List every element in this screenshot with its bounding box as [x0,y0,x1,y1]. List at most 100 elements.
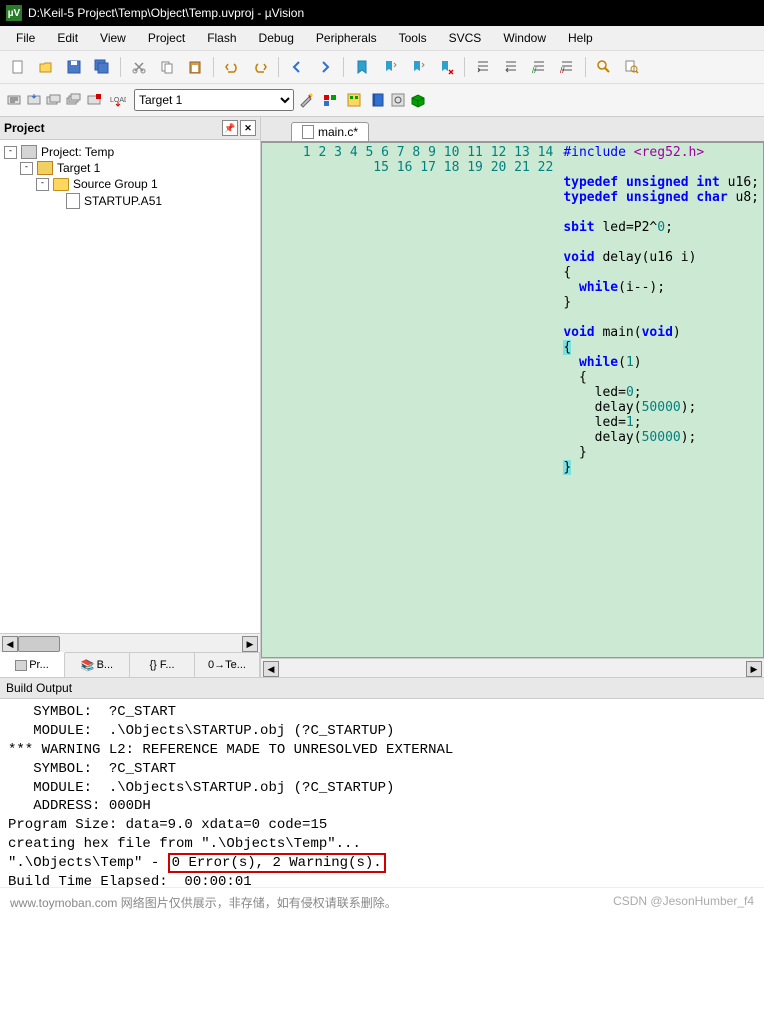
nav-forward-button[interactable] [313,55,337,79]
menu-edit[interactable]: Edit [47,29,88,47]
tree-target[interactable]: - Target 1 [4,160,256,176]
menu-file[interactable]: File [6,29,45,47]
footer-right: CSDN @JesonHumber_f4 [613,894,754,911]
menu-peripherals[interactable]: Peripherals [306,29,387,47]
config-wizard-button[interactable] [390,92,406,108]
project-icon [15,660,27,671]
find-in-files-button[interactable] [620,55,644,79]
build-output[interactable]: SYMBOL: ?C_START MODULE: .\Objects\START… [0,699,764,887]
tab-books[interactable]: 📚B... [65,653,130,677]
build-output-title: Build Output [6,681,72,695]
build-time: Build Time Elapsed: 00:00:01 [8,874,252,887]
line-gutter: 1 2 3 4 5 6 7 8 9 10 11 12 13 14 15 16 1… [262,143,559,657]
build-button[interactable] [26,92,42,108]
scroll-right-icon[interactable]: ▶ [242,636,258,652]
books-icon: 📚 [81,659,95,672]
pack-installer-button[interactable] [410,92,426,108]
project-icon [21,145,37,159]
scroll-thumb[interactable] [18,636,60,652]
app-logo-icon: µV [6,5,22,21]
build-toolbar: LOAD Target 1 [0,84,764,117]
folder-icon [53,178,69,191]
paste-button[interactable] [183,55,207,79]
cut-button[interactable] [127,55,151,79]
menu-window[interactable]: Window [493,29,556,47]
tab-templates[interactable]: 0→Te... [195,653,260,677]
project-panel-title: Project [4,121,45,135]
panel-close-button[interactable]: ✕ [240,120,256,136]
menu-view[interactable]: View [90,29,136,47]
tree-source-group[interactable]: - Source Group 1 [4,176,256,192]
expand-icon[interactable]: - [4,146,17,159]
scroll-left-icon[interactable]: ◀ [263,661,279,677]
save-button[interactable] [62,55,86,79]
bookmark-toggle-button[interactable] [350,55,374,79]
panel-pin-button[interactable]: 📌 [222,120,238,136]
stop-build-button[interactable] [86,92,102,108]
redo-button[interactable] [248,55,272,79]
footer-left: www.toymoban.com 网络图片仅供展示，非存储，如有侵权请联系删除。 [10,894,397,911]
bookmark-next-button[interactable] [406,55,430,79]
tree-label: STARTUP.A51 [84,194,162,208]
tree-label: Project: Temp [41,145,114,159]
new-file-button[interactable] [6,55,30,79]
expand-icon[interactable]: - [20,162,33,175]
sidebar-hscroll[interactable]: ◀ ▶ [0,633,260,652]
tab-project[interactable]: Pr... [0,652,65,677]
code-content[interactable]: #include <reg52.h> typedef unsigned int … [559,143,763,657]
tree-project-root[interactable]: - Project: Temp [4,144,256,160]
menu-help[interactable]: Help [558,29,603,47]
nav-back-button[interactable] [285,55,309,79]
menu-flash[interactable]: Flash [197,29,246,47]
main-area: Project 📌 ✕ - Project: Temp - Target 1 -… [0,117,764,677]
books-button[interactable] [370,92,386,108]
target-selector[interactable]: Target 1 [134,89,294,111]
code-editor[interactable]: 1 2 3 4 5 6 7 8 9 10 11 12 13 14 15 16 1… [261,142,764,658]
build-output-text: SYMBOL: ?C_START MODULE: .\Objects\START… [8,704,453,852]
manage-rtos-button[interactable] [346,92,362,108]
options-button[interactable] [298,92,314,108]
tab-main-c[interactable]: main.c* [291,122,369,141]
footer: www.toymoban.com 网络图片仅供展示，非存储，如有侵权请联系删除。… [0,887,764,917]
project-panel: Project 📌 ✕ - Project: Temp - Target 1 -… [0,117,261,677]
menubar: File Edit View Project Flash Debug Perip… [0,26,764,51]
scroll-right-icon[interactable]: ▶ [746,661,762,677]
uncomment-button[interactable]: // [555,55,579,79]
undo-button[interactable] [220,55,244,79]
target-icon [37,161,53,175]
menu-project[interactable]: Project [138,29,195,47]
main-toolbar: // // [0,51,764,84]
save-all-button[interactable] [90,55,114,79]
indent-button[interactable] [471,55,495,79]
batch-build-button[interactable] [66,92,82,108]
tree-file-startup[interactable]: STARTUP.A51 [4,192,256,210]
bookmark-prev-button[interactable] [378,55,402,79]
editor-hscroll[interactable]: ◀ ▶ [261,658,764,677]
copy-button[interactable] [155,55,179,79]
window-titlebar: µV D:\Keil-5 Project\Temp\Object\Temp.uv… [0,0,764,26]
menu-svcs[interactable]: SVCS [439,29,492,47]
expand-icon[interactable]: - [36,178,49,191]
svg-text://: // [532,66,537,75]
download-button[interactable]: LOAD [110,92,126,108]
menu-tools[interactable]: Tools [389,29,437,47]
menu-debug[interactable]: Debug [249,29,304,47]
scroll-left-icon[interactable]: ◀ [2,636,18,652]
file-icon [302,125,314,139]
svg-text://: // [560,66,565,75]
project-panel-header: Project 📌 ✕ [0,117,260,140]
comment-button[interactable]: // [527,55,551,79]
file-extensions-button[interactable] [322,92,338,108]
sidebar-tabs: Pr... 📚B... {} F... 0→Te... [0,652,260,677]
outdent-button[interactable] [499,55,523,79]
tab-functions[interactable]: {} F... [130,653,195,677]
translate-button[interactable] [6,92,22,108]
filetab-label: main.c* [318,125,358,139]
bookmark-clear-button[interactable] [434,55,458,79]
rebuild-button[interactable] [46,92,62,108]
editor-area: main.c* 1 2 3 4 5 6 7 8 9 10 11 12 13 14… [261,117,764,677]
open-file-button[interactable] [34,55,58,79]
find-button[interactable] [592,55,616,79]
project-tree[interactable]: - Project: Temp - Target 1 - Source Grou… [0,140,260,633]
build-result-box: 0 Error(s), 2 Warning(s). [168,853,386,873]
